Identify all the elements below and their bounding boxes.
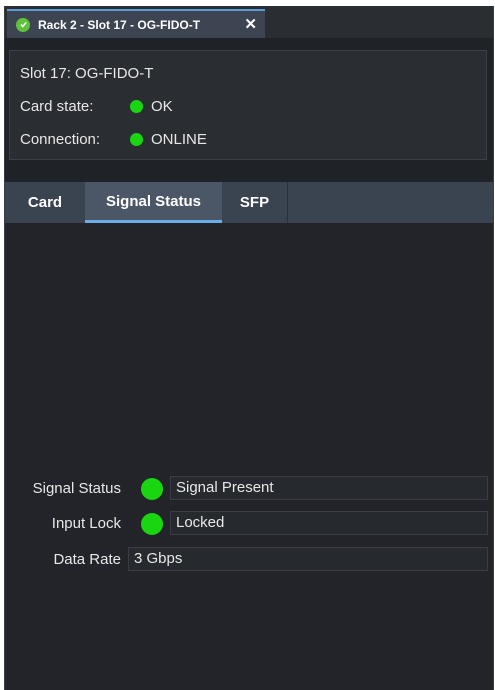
- tab-card[interactable]: Card: [5, 182, 85, 223]
- card-state-label: Card state:: [20, 98, 94, 115]
- connection-value: ONLINE: [151, 131, 207, 148]
- connection-indicator: [130, 133, 143, 146]
- connection-row: Connection: ONLINE: [20, 131, 207, 148]
- card-info-panel: Slot 17: OG-FIDO-T Card state: OK Connec…: [9, 50, 487, 160]
- document-tab-strip: Rack 2 - Slot 17 - OG-FIDO-T ✕: [5, 6, 493, 38]
- card-state-row: Card state: OK: [20, 98, 173, 115]
- data-rate-row: Data Rate 3 Gbps: [5, 547, 493, 573]
- card-window: Rack 2 - Slot 17 - OG-FIDO-T ✕ Slot 17: …: [4, 6, 494, 690]
- tab-signal-status[interactable]: Signal Status: [85, 182, 222, 223]
- connection-label: Connection:: [20, 131, 101, 148]
- signal-status-panel: Signal Status Signal Present Input Lock …: [5, 223, 493, 690]
- signal-status-row: Signal Status Signal Present: [5, 476, 493, 502]
- input-lock-label: Input Lock: [51, 515, 121, 532]
- section-tab-bar: Card Signal Status SFP: [5, 182, 493, 223]
- check-circle-icon: [16, 17, 30, 32]
- signal-status-indicator: [141, 478, 163, 500]
- document-tab-title: Rack 2 - Slot 17 - OG-FIDO-T: [38, 17, 201, 32]
- signal-status-label: Signal Status: [32, 480, 121, 497]
- input-lock-field: Locked: [170, 511, 488, 535]
- close-icon[interactable]: ✕: [244, 15, 257, 33]
- tab-sfp[interactable]: SFP: [222, 182, 288, 223]
- card-state-indicator: [130, 100, 143, 113]
- input-lock-indicator: [141, 513, 163, 535]
- input-lock-row: Input Lock Locked: [5, 511, 493, 537]
- data-rate-field: 3 Gbps: [128, 547, 488, 571]
- slot-title: Slot 17: OG-FIDO-T: [20, 65, 154, 82]
- signal-status-field: Signal Present: [170, 476, 488, 500]
- document-tab[interactable]: Rack 2 - Slot 17 - OG-FIDO-T ✕: [7, 9, 265, 38]
- card-state-value: OK: [151, 98, 173, 115]
- data-rate-label: Data Rate: [53, 551, 121, 568]
